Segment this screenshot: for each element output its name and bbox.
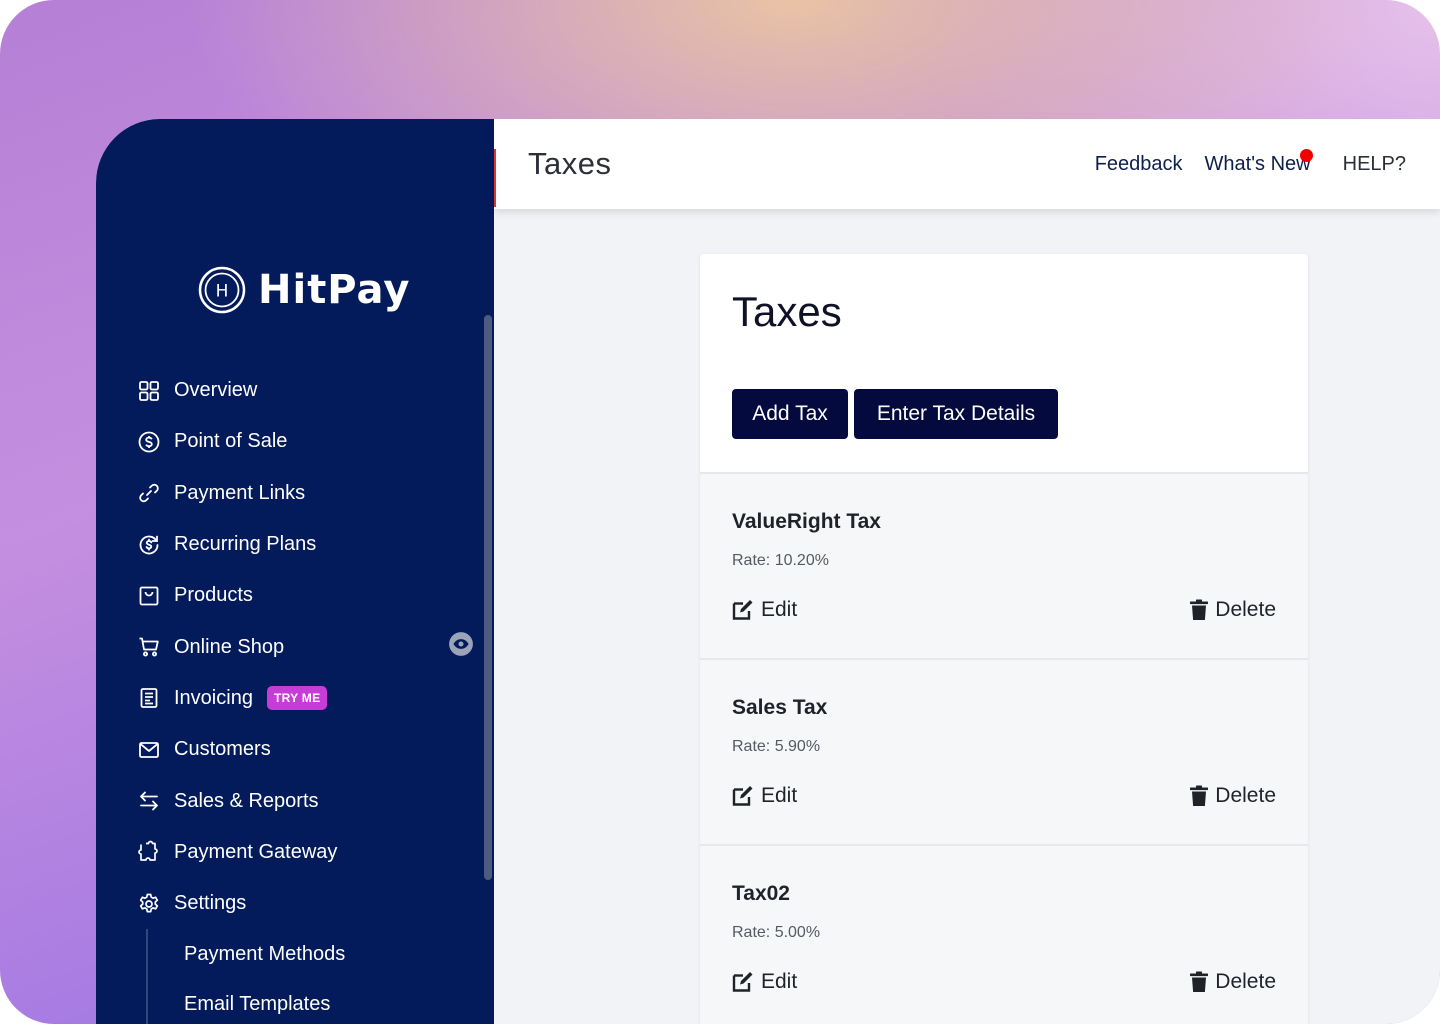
edit-button[interactable]: Edit <box>731 970 797 994</box>
whats-new-label: What's New <box>1204 152 1311 175</box>
top-bar: Taxes Feedback What's New HELP? <box>494 119 1440 209</box>
card-title: Taxes <box>732 288 842 335</box>
edit-label: Edit <box>761 970 798 993</box>
tax-row: ValueRight Tax Rate: 10.20% Edit Delete <box>700 472 1308 658</box>
tax-rate: Rate: 5.00% <box>732 924 821 941</box>
sidebar-item-point-of-sale[interactable]: Point of Sale <box>136 416 476 467</box>
sidebar-item-recurring-plans[interactable]: Recurring Plans <box>136 519 476 570</box>
dollar-circle-icon <box>136 429 162 455</box>
sidebar-item-settings[interactable]: Settings <box>136 878 476 929</box>
swap-arrows-icon <box>136 788 162 814</box>
tax-name: Tax02 <box>732 882 790 905</box>
delete-label: Delete <box>1215 784 1276 807</box>
delete-button[interactable]: Delete <box>1189 598 1276 622</box>
brand-logo[interactable]: H HitPay <box>198 266 410 314</box>
tax-row: Tax02 Rate: 5.00% Edit Delete <box>700 844 1308 1024</box>
sidebar-subitem-email-templates[interactable]: Email Templates <box>148 979 345 1024</box>
trash-icon <box>1190 599 1209 620</box>
app-window: H HitPay Overview Point of Sale Payment … <box>96 119 1440 1024</box>
sidebar-item-customers[interactable]: Customers <box>136 724 476 775</box>
tax-name: Sales Tax <box>732 696 828 719</box>
sidebar-item-payment-links[interactable]: Payment Links <box>136 468 476 519</box>
background-frame: H HitPay Overview Point of Sale Payment … <box>0 0 1440 1024</box>
tax-rate: Rate: 10.20% <box>732 552 829 569</box>
mail-icon <box>136 737 162 763</box>
sidebar-item-label: Point of Sale <box>174 430 288 453</box>
invoice-icon <box>136 685 162 711</box>
delete-label: Delete <box>1215 970 1276 993</box>
tax-list: ValueRight Tax Rate: 10.20% Edit Delete … <box>700 472 1308 1024</box>
taxes-card: Taxes Add Tax Enter Tax Details ValueRig… <box>700 254 1308 1024</box>
delete-label: Delete <box>1215 598 1276 621</box>
tax-row: Sales Tax Rate: 5.90% Edit Delete <box>700 658 1308 844</box>
trash-icon <box>1190 971 1209 992</box>
puzzle-icon <box>136 839 162 865</box>
enter-tax-details-button[interactable]: Enter Tax Details <box>854 389 1058 439</box>
eye-icon[interactable] <box>448 631 474 663</box>
add-tax-button[interactable]: Add Tax <box>732 389 848 439</box>
sidebar-item-label: Online Shop <box>174 635 285 658</box>
sidebar-item-label: Invoicing <box>174 686 253 709</box>
sidebar-item-label: Overview <box>174 379 258 402</box>
svg-text:H: H <box>216 282 229 302</box>
cart-icon <box>136 634 162 660</box>
brand-name: HitPay <box>258 267 411 313</box>
sidebar: H HitPay Overview Point of Sale Payment … <box>96 119 494 1024</box>
grid-icon <box>136 378 162 404</box>
delete-button[interactable]: Delete <box>1189 784 1276 808</box>
gear-icon <box>136 891 162 917</box>
settings-sub-nav: Payment Methods Email Templates <box>146 929 345 1024</box>
sidebar-item-payment-gateway[interactable]: Payment Gateway <box>136 827 476 878</box>
trash-icon <box>1190 785 1209 806</box>
sidebar-item-label: Payment Links <box>174 481 306 504</box>
notification-dot <box>1299 148 1313 162</box>
bag-icon <box>136 583 162 609</box>
sidebar-item-label: Recurring Plans <box>174 533 317 556</box>
edit-icon <box>732 972 753 992</box>
delete-button[interactable]: Delete <box>1189 970 1276 994</box>
link-icon <box>136 480 162 506</box>
edit-icon <box>732 600 753 620</box>
edit-button[interactable]: Edit <box>731 598 797 622</box>
edit-label: Edit <box>761 784 798 807</box>
sidebar-item-label: Customers <box>174 738 271 761</box>
sidebar-item-products[interactable]: Products <box>136 570 476 621</box>
sidebar-item-label: Payment Gateway <box>174 840 338 863</box>
page-title: Taxes <box>528 146 612 181</box>
hitpay-logo-icon: H <box>198 266 246 314</box>
sidebar-item-label: Settings <box>174 892 247 915</box>
recurring-dollar-icon <box>136 532 162 558</box>
feedback-link[interactable]: Feedback <box>1095 153 1183 176</box>
topbar-accent-line <box>494 149 496 207</box>
edit-label: Edit <box>761 598 798 621</box>
tax-name: ValueRight Tax <box>732 510 881 533</box>
sidebar-item-overview[interactable]: Overview <box>136 365 476 416</box>
edit-icon <box>732 786 753 806</box>
help-link[interactable]: HELP? <box>1343 153 1406 176</box>
edit-button[interactable]: Edit <box>731 784 797 808</box>
sidebar-item-label: Sales & Reports <box>174 789 319 812</box>
sidebar-item-invoicing[interactable]: Invoicing TRY ME <box>136 673 476 724</box>
top-links: Feedback What's New HELP? <box>1073 148 1406 176</box>
whats-new-link[interactable]: What's New <box>1204 148 1313 176</box>
try-me-badge: TRY ME <box>266 686 328 711</box>
sidebar-nav: Overview Point of Sale Payment Links Rec… <box>136 365 476 929</box>
tax-rate: Rate: 5.90% <box>732 738 821 755</box>
sidebar-item-online-shop[interactable]: Online Shop <box>136 621 476 672</box>
sidebar-item-sales-reports[interactable]: Sales & Reports <box>136 775 476 826</box>
sidebar-item-label: Products <box>174 584 253 607</box>
sidebar-subitem-payment-methods[interactable]: Payment Methods <box>148 929 345 979</box>
sidebar-scrollbar[interactable] <box>484 315 492 880</box>
